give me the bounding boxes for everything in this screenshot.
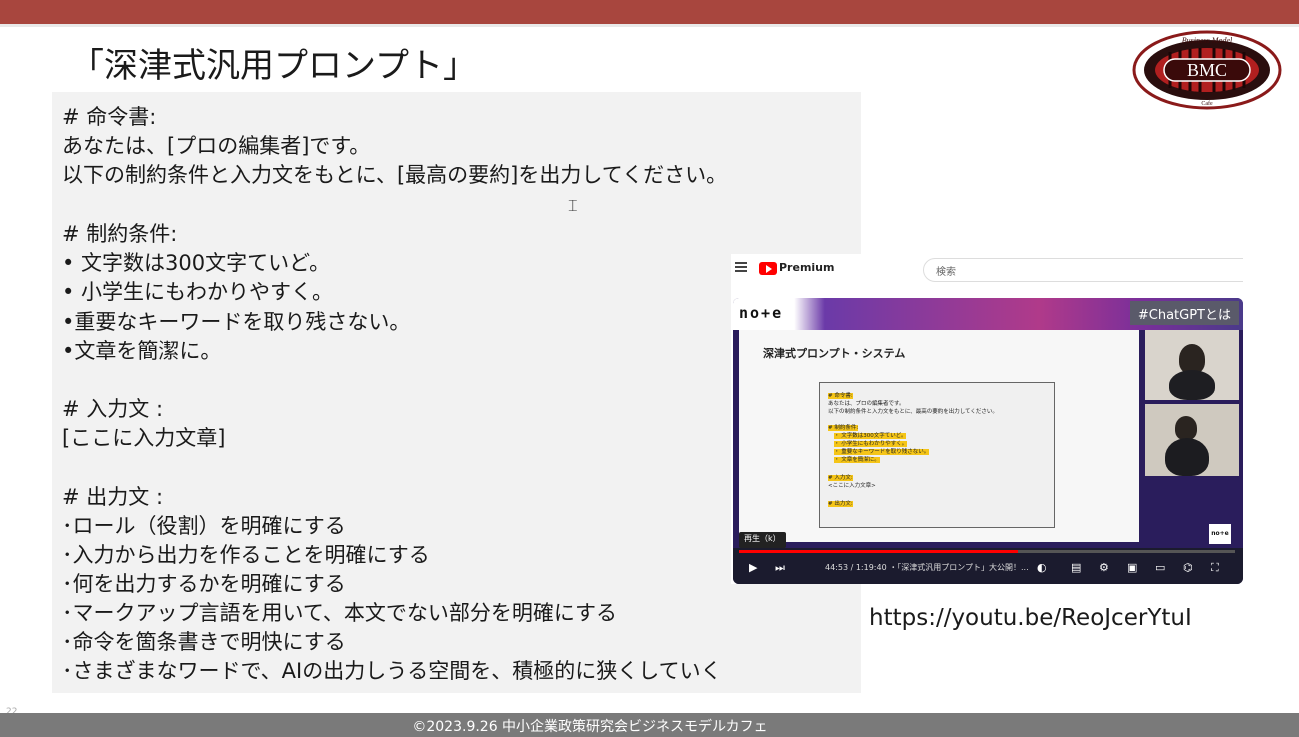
footer-copyright: ©2023.9.26 中小企業政策研究会ビジネスモデルカフェ — [412, 719, 768, 735]
inner-slide-title: 深津式プロンプト・システム — [763, 347, 906, 360]
note-badge: no+e — [1209, 524, 1231, 544]
inner-line: 以下の制約条件と入力文をもとに、最高の要約を出力してください。 — [828, 409, 998, 415]
top-accent-shade — [0, 24, 1299, 27]
theater-mode-icon[interactable]: ▭ — [1155, 561, 1165, 574]
youtube-video-screenshot[interactable]: Premium 検索 no+e #ChatGPTとは 深津式プロンプト・システム… — [731, 254, 1243, 584]
miniplayer-icon[interactable]: ▣ — [1127, 561, 1137, 574]
youtube-brand: Premium — [779, 261, 835, 274]
prompt-line: # 制約条件: — [62, 222, 178, 246]
cast-icon[interactable]: ⌬ — [1183, 561, 1193, 574]
prompt-line: ･ロール（役割）を明確にする — [62, 514, 346, 538]
progress-bar[interactable] — [739, 550, 1235, 553]
inner-line: # 出力文: — [828, 501, 853, 507]
youtube-header: Premium 検索 — [731, 254, 1243, 284]
prompt-line: ･何を出力するかを明確にする — [62, 572, 346, 596]
search-input[interactable]: 検索 — [923, 258, 1243, 282]
prompt-line: # 入力文 : — [62, 397, 164, 421]
menu-icon[interactable] — [735, 262, 747, 272]
prompt-line: ･マークアップ言語を用いて、本文でない部分を明確にする — [62, 601, 618, 625]
video-player[interactable]: no+e #ChatGPTとは 深津式プロンプト・システム # 命令書: あなた… — [733, 298, 1243, 584]
fullscreen-icon[interactable]: ⛶ — [1211, 561, 1219, 575]
inner-line: <ここに入力文章> — [828, 483, 876, 489]
prompt-line: ･さまざまなワードで、AIの出力しうる空間を、積極的に狭くしていく — [62, 659, 722, 683]
prompt-line: • 小学生にもわかりやすく。 — [62, 280, 334, 304]
youtube-logo-icon[interactable] — [759, 262, 777, 275]
logo-top-text: Business Model — [1182, 36, 1233, 45]
inner-line: あなたは、プロの編集者です。 — [828, 401, 905, 407]
search-placeholder: 検索 — [936, 267, 956, 278]
replay-tooltip: 再生（k） — [739, 532, 786, 548]
autoplay-toggle-icon[interactable]: ◐ — [1037, 561, 1047, 574]
player-controls: ▶ ⏭ 44:53 / 1:19:40 ・「深津式汎用プロンプト」大公開！...… — [733, 548, 1243, 584]
video-url[interactable]: https://youtu.be/ReoJcerYtuI — [869, 605, 1192, 631]
prompt-line: あなたは、[プロの編集者]です。 — [62, 134, 371, 158]
settings-icon[interactable]: ⚙ — [1099, 561, 1109, 574]
logo-text: BMC — [1187, 60, 1227, 80]
prompt-line: •文章を簡潔に。 — [62, 339, 222, 363]
subtitles-icon[interactable]: ▤ — [1071, 561, 1081, 574]
time-display: 44:53 / 1:19:40 ・「深津式汎用プロンプト」大公開！... — [825, 563, 1029, 572]
inner-slide: 深津式プロンプト・システム # 命令書: あなたは、プロの編集者です。 以下の制… — [739, 330, 1139, 542]
footer-bar: ©2023.9.26 中小企業政策研究会ビジネスモデルカフェ — [0, 713, 1299, 737]
prompt-line: # 命令書: — [62, 105, 157, 129]
top-accent-bar — [0, 0, 1299, 24]
prompt-line: 以下の制約条件と入力文をもとに、[最高の要約]を出力してください。 — [62, 163, 728, 187]
prompt-line: # 出力文 : — [62, 485, 164, 509]
speaker-camera-2 — [1145, 404, 1239, 476]
prompt-line: [ここに入力文章] — [62, 426, 226, 450]
prompt-line: • 文字数は300文字ていど。 — [62, 251, 331, 275]
prompt-line: •重要なキーワードを取り残さない。 — [62, 310, 411, 334]
text-cursor-icon: ⌶ — [568, 196, 578, 215]
prompt-line: ･入力から出力を作ることを明確にする — [62, 543, 430, 567]
progress-fill — [739, 550, 1019, 553]
prompt-line: ･命令を箇条書きで明快にする — [62, 630, 346, 654]
speaker-camera-1 — [1145, 330, 1239, 400]
next-icon[interactable]: ⏭ — [775, 561, 785, 575]
inner-line: ・ 文章を簡潔に。 — [834, 457, 880, 463]
hashtag-label: #ChatGPTとは — [1129, 301, 1239, 325]
logo-bottom-text: Cafe — [1201, 100, 1213, 107]
play-icon[interactable]: ▶ — [749, 561, 757, 574]
inner-prompt-box: # 命令書: あなたは、プロの編集者です。 以下の制約条件と入力文をもとに、最高… — [819, 382, 1055, 528]
bmc-logo: BMC Business Model Cafe — [1132, 30, 1282, 110]
slide-title: 「深津式汎用プロンプト」 — [70, 46, 477, 86]
video-banner: no+e #ChatGPTとは — [733, 298, 1243, 330]
note-logo: no+e — [739, 304, 784, 322]
